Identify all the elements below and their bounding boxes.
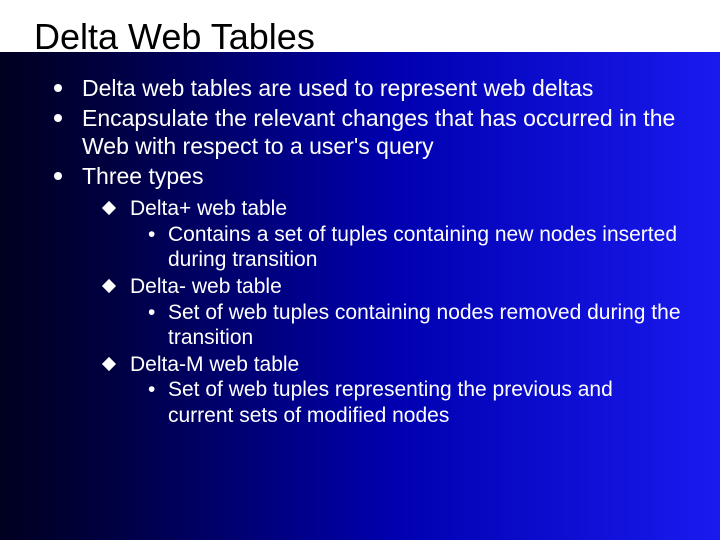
sub-bullet-item: Delta-M web table Set of web tuples repr… <box>104 352 682 429</box>
bullet-text: Three types <box>82 163 203 189</box>
bullet-text: Encapsulate the relevant changes that ha… <box>82 105 675 159</box>
sub-bullet-item: Delta- web table Set of web tuples conta… <box>104 274 682 351</box>
sub-bullet-text: Delta- web table <box>130 275 282 298</box>
sub-sub-bullet-item: Set of web tuples representing the previ… <box>148 377 682 428</box>
bullet-item: Three types Delta+ web table Contains a … <box>54 162 682 429</box>
sub-sub-bullet-list: Set of web tuples containing nodes remov… <box>130 300 682 351</box>
sub-sub-bullet-text: Contains a set of tuples containing new … <box>168 223 677 272</box>
bullet-text: Delta web tables are used to represent w… <box>82 75 593 101</box>
slide: Delta Web Tables Delta web tables are us… <box>0 0 720 540</box>
sub-bullet-text: Delta+ web table <box>130 197 287 220</box>
sub-sub-bullet-list: Set of web tuples representing the previ… <box>130 377 682 428</box>
bullet-item: Delta web tables are used to represent w… <box>54 74 682 102</box>
sub-bullet-list: Delta+ web table Contains a set of tuple… <box>82 196 682 428</box>
sub-bullet-text: Delta-M web table <box>130 353 299 376</box>
bullet-item: Encapsulate the relevant changes that ha… <box>54 104 682 160</box>
sub-sub-bullet-item: Set of web tuples containing nodes remov… <box>148 300 682 351</box>
sub-sub-bullet-list: Contains a set of tuples containing new … <box>130 222 682 273</box>
bullet-list: Delta web tables are used to represent w… <box>28 74 692 429</box>
sub-sub-bullet-item: Contains a set of tuples containing new … <box>148 222 682 273</box>
sub-bullet-item: Delta+ web table Contains a set of tuple… <box>104 196 682 273</box>
sub-sub-bullet-text: Set of web tuples containing nodes remov… <box>168 301 681 350</box>
slide-title: Delta Web Tables <box>34 14 692 64</box>
sub-sub-bullet-text: Set of web tuples representing the previ… <box>168 378 613 427</box>
